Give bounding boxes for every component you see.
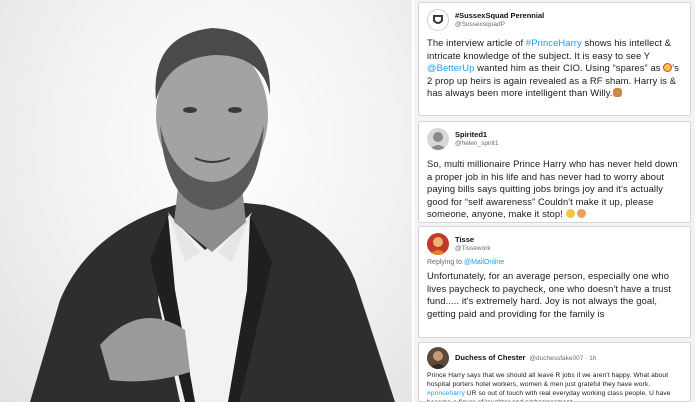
avatar[interactable] [427, 347, 449, 369]
hashtag-link[interactable]: #princeharry [427, 390, 465, 397]
user-handle[interactable]: @helen_spirit1 [455, 140, 498, 147]
crest-icon [433, 15, 443, 24]
tweet-text: The interview article of #PrinceHarry sh… [427, 37, 679, 99]
tweet-card[interactable]: #SussexSquad Perennial @SussexsquadP The… [418, 2, 691, 116]
mention-link[interactable]: @MailOnline [464, 259, 504, 266]
tweet-column: #SussexSquad Perennial @SussexsquadP The… [414, 0, 695, 402]
portrait-photo [0, 0, 412, 402]
user-handle[interactable]: @Tissework [455, 245, 491, 252]
tweet-header: #SussexSquad Perennial @SussexsquadP [427, 7, 684, 33]
user-name[interactable]: Tisse [455, 236, 491, 245]
tweet-header: Tisse @Tissework [427, 231, 684, 257]
tweet-text: Unfortunately, for an average person, es… [427, 270, 671, 319]
person-icon [429, 237, 447, 255]
person-icon [429, 132, 447, 150]
folded-hands-emoji-icon [612, 88, 622, 98]
user-name[interactable]: Duchess of Chester [455, 353, 525, 362]
user-name[interactable]: Spirited1 [455, 131, 498, 140]
hashtag-link[interactable]: #PrinceHarry [526, 37, 582, 48]
user-name[interactable]: #SussexSquad Perennial [455, 12, 544, 21]
tweet-header: Duchess of Chester @duchessfake007 · 1h [427, 347, 684, 369]
tweet-card[interactable]: Duchess of Chester @duchessfake007 · 1h … [418, 342, 691, 402]
tweet-card[interactable]: Spirited1 @helen_spirit1 So, multi milli… [418, 121, 691, 223]
tweet-header: Spirited1 @helen_spirit1 [427, 126, 684, 152]
woman-emoji-icon [577, 209, 587, 219]
avatar[interactable] [427, 9, 449, 31]
user-handle[interactable]: @duchessfake007 · 1h [529, 355, 596, 362]
user-handle[interactable]: @SussexsquadP [455, 21, 544, 28]
tweet-text: So, multi millionaire Prince Harry who h… [427, 158, 678, 220]
mention-link[interactable]: @BetterUp [427, 62, 474, 73]
laughing-emoji-icon [565, 209, 575, 219]
clown-emoji-icon [663, 63, 673, 73]
avatar[interactable] [427, 233, 449, 255]
tweet-text: Prince Harry says that we should all lea… [427, 372, 671, 401]
portrait-illustration [30, 28, 395, 402]
avatar[interactable] [427, 128, 449, 150]
person-icon [429, 351, 447, 369]
reply-context: Replying to @MailOnline [427, 259, 505, 266]
tweet-card[interactable]: Tisse @Tissework Replying to @MailOnline… [418, 226, 691, 338]
